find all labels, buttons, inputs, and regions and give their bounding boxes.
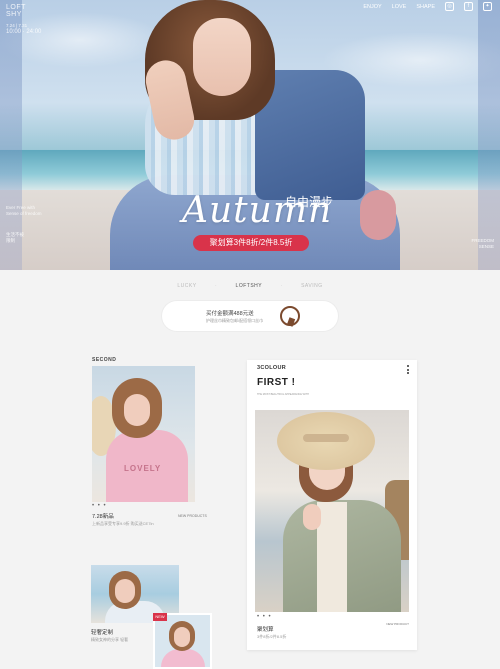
- facebook-icon[interactable]: f: [464, 2, 473, 11]
- model-knee: [360, 190, 396, 240]
- coupon-line1: 买付金额满488元送: [206, 311, 254, 317]
- card-photo[interactable]: [255, 410, 409, 612]
- photo-face: [124, 394, 150, 426]
- brand-line1: LOFT: [6, 4, 26, 11]
- hero-side-text-right: FREEDOM SENSE: [472, 238, 495, 250]
- custom-title[interactable]: 轻奢定制: [91, 628, 113, 636]
- card-caption-sub: 3件8折/2件8.5折: [257, 634, 287, 639]
- subnav-divider: ·: [214, 283, 218, 289]
- more-dots: • • •: [92, 503, 107, 509]
- more-vertical-icon[interactable]: [407, 365, 409, 376]
- photo-face: [174, 627, 190, 647]
- hero-side-text-left-lower: 生活不被 限制: [6, 232, 24, 244]
- scarf-icon: [280, 306, 300, 326]
- top-nav: ENJOY LOVE SHAPE ◎ f ✦: [363, 2, 492, 11]
- card-title: FIRST !: [257, 377, 296, 388]
- promo-button[interactable]: 聚划算3件8折/2件8.5折: [193, 235, 309, 251]
- photo-hand: [303, 504, 321, 530]
- brand-date: 7.24 | 7.31: [6, 23, 28, 28]
- side-right-text-2: SENSE: [478, 244, 494, 249]
- side-left-text-4: 限制: [6, 238, 15, 243]
- custom-subtitle: 精致女神的分享 轻奢: [91, 637, 129, 642]
- product-right-label: NEW PRODUCTS: [178, 514, 207, 518]
- photo-face: [115, 579, 135, 603]
- card-tagline: THE MOST BEAUTIFUL APPEARANCE WITH: [257, 393, 309, 396]
- subnav-loftshy[interactable]: LOFTSHY: [236, 283, 263, 289]
- hero-side-text-left-upper: Ever Free with Sense of freedom: [6, 205, 42, 217]
- hero-side-right: [478, 0, 500, 270]
- subnav-divider: ·: [280, 283, 283, 289]
- product-subtitle: 上新品享受专享9.9折 购买送CE7ln: [92, 521, 154, 526]
- nav-shape[interactable]: SHAPE: [416, 4, 435, 10]
- twitter-icon[interactable]: ✦: [483, 2, 492, 11]
- hero-banner[interactable]: LOFT SHY 7.24 | 7.31 10:00 · 24:00 Ever …: [0, 0, 500, 270]
- model-face: [193, 18, 251, 96]
- photo-hatband: [303, 434, 349, 442]
- card-more-dots: • • •: [257, 614, 272, 620]
- brand-logo[interactable]: LOFT SHY 7.24 | 7.31 10:00 · 24:00: [6, 4, 41, 36]
- new-badge: NEW: [153, 613, 167, 621]
- product-title[interactable]: 7.28新品: [92, 512, 114, 520]
- coupon-banner[interactable]: 买付金额满488元送 护理丝巾精致包邮/配搭领口丝巾: [162, 301, 338, 331]
- feature-card[interactable]: 3COLOUR FIRST ! THE MOST BEAUTIFUL APPEA…: [247, 360, 417, 650]
- product-photo-new[interactable]: [153, 613, 212, 669]
- photo-inner-dress: [317, 502, 347, 612]
- brand-date-time: 10:00 · 24:00: [6, 29, 42, 35]
- section-label: SECOND: [92, 357, 117, 363]
- card-right-label: NEW PRODUCT: [386, 622, 409, 626]
- subnav-saving[interactable]: SAVING: [301, 283, 323, 289]
- nav-love[interactable]: LOVE: [392, 4, 407, 10]
- photo-body: [161, 649, 205, 667]
- hero-side-left: [0, 0, 22, 270]
- hero-subtitle: 自由漫步: [285, 195, 334, 209]
- product-photo-hoodie[interactable]: LOVELY: [92, 366, 195, 502]
- sub-nav: LUCKY · LOFTSHY · SAVING: [0, 283, 500, 289]
- card-caption[interactable]: 聚划算: [257, 625, 274, 633]
- card-brand: 3COLOUR: [257, 365, 286, 371]
- nav-enjoy[interactable]: ENJOY: [363, 4, 381, 10]
- subnav-lucky[interactable]: LUCKY: [177, 283, 196, 289]
- brand-line2: SHY: [6, 11, 22, 18]
- side-left-text-2: Sense of freedom: [6, 211, 42, 216]
- coupon-line2: 护理丝巾精致包邮/配搭领口丝巾: [206, 318, 264, 323]
- instagram-icon[interactable]: ◎: [445, 2, 454, 11]
- hoodie-print-text: LOVELY: [124, 464, 162, 473]
